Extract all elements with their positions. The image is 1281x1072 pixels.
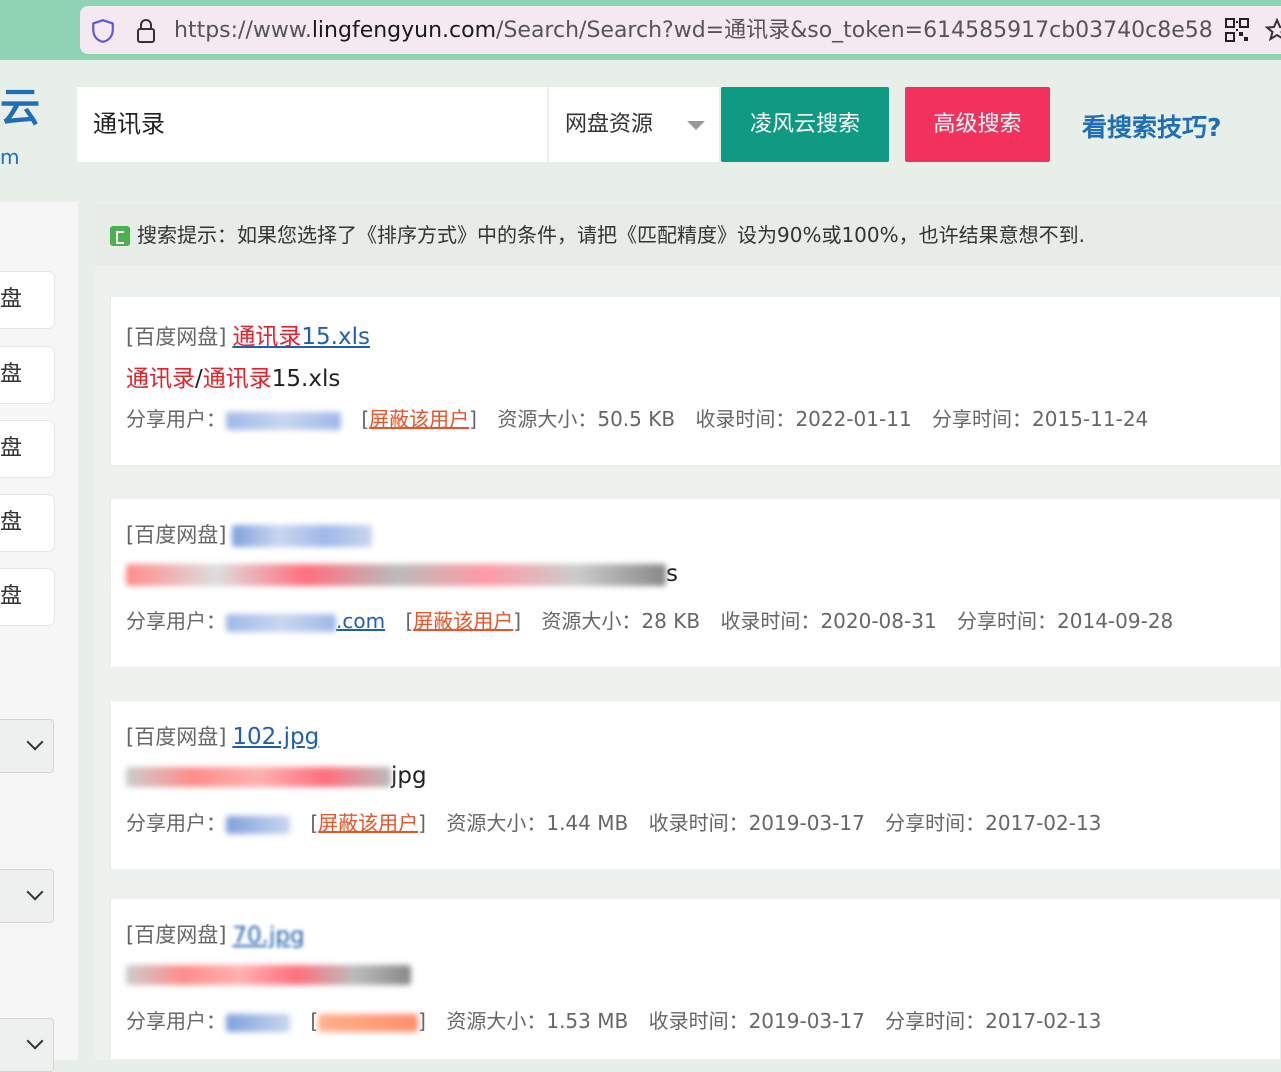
- search-button[interactable]: 凌风云搜索: [721, 87, 889, 162]
- result-title-link[interactable]: 70.jpg: [232, 923, 304, 949]
- result-title-line: [百度网盘]: [126, 519, 373, 549]
- result-shared-date: 2015-11-24: [1032, 407, 1149, 431]
- sidebar-item-pan-1[interactable]: 盘: [0, 272, 54, 328]
- block-user-link[interactable]: 屏蔽该用户: [318, 811, 418, 835]
- tip-icon: [110, 226, 130, 246]
- result-source: [百度网盘]: [126, 523, 227, 547]
- result-source: [百度网盘]: [126, 725, 227, 749]
- block-user-link[interactable]: 屏蔽该用户: [369, 407, 469, 431]
- share-user-link[interactable]: [226, 411, 341, 430]
- result-source: [百度网盘]: [126, 923, 227, 947]
- site-logo[interactable]: 云: [0, 88, 40, 138]
- result-title-link[interactable]: 102.jpg: [232, 724, 319, 750]
- result-title-link[interactable]: [232, 525, 373, 547]
- result-meta: 分享用户： [] 资源大小：1.53 MB 收录时间：2019-03-17 分享…: [126, 1009, 1102, 1033]
- result-card: [百度网盘] 70.jpg 分享用户： [] 资源大小：1.53 MB 收录时间：…: [110, 898, 1281, 1060]
- chevron-down-icon: [26, 1032, 44, 1050]
- result-path: jpg: [126, 763, 427, 789]
- result-path: 通讯录/通讯录15.xls: [126, 366, 341, 392]
- sidebar-filter-select-2[interactable]: [0, 869, 54, 923]
- result-shared-date: 2017-02-13: [985, 1009, 1102, 1033]
- search-type-select[interactable]: 网盘资源: [549, 87, 719, 162]
- result-title-line: [百度网盘] 通讯录15.xls: [126, 317, 370, 351]
- result-source: [百度网盘]: [126, 325, 227, 349]
- sidebar-item-pan-5[interactable]: 盘: [0, 569, 54, 625]
- result-title-link[interactable]: 通讯录15.xls: [232, 324, 370, 350]
- result-shared-date: 2017-02-13: [985, 811, 1102, 835]
- search-tip-bar: 搜索提示：如果您选择了《排序方式》中的条件，请把《匹配精度》设为90%或100%…: [95, 204, 1281, 266]
- search-tip-text: 搜索提示：如果您选择了《排序方式》中的条件，请把《匹配精度》设为90%或100%…: [137, 223, 1085, 247]
- result-indexed-date: 2019-03-17: [748, 811, 865, 835]
- share-user-domain[interactable]: .com: [336, 609, 385, 633]
- result-card: [百度网盘] 102.jpg jpg 分享用户： [屏蔽该用户] 资源大小：1.4…: [110, 700, 1281, 870]
- result-size: 1.44 MB: [546, 811, 629, 835]
- sidebar-item-pan-2[interactable]: 盘: [0, 347, 54, 403]
- shield-icon[interactable]: [90, 18, 116, 44]
- filter-sidebar: 盘 盘 盘 盘 盘: [0, 202, 78, 1072]
- result-indexed-date: 2020-08-31: [820, 609, 937, 633]
- result-meta: 分享用户： .com [屏蔽该用户] 资源大小：28 KB 收录时间：2020-0…: [126, 609, 1174, 633]
- block-user-link[interactable]: [318, 1013, 419, 1032]
- dropdown-caret-icon: [687, 121, 705, 130]
- result-title-line: [百度网盘] 70.jpg: [126, 919, 305, 949]
- result-path: [126, 961, 411, 987]
- result-card: [百度网盘] 通讯录15.xls 通讯录/通讯录15.xls 分享用户： [屏蔽该…: [110, 296, 1281, 466]
- sidebar-filter-select-1[interactable]: [0, 719, 54, 773]
- result-meta: 分享用户： [屏蔽该用户] 资源大小：1.44 MB 收录时间：2019-03-…: [126, 811, 1102, 835]
- advanced-search-button[interactable]: 高级搜索: [905, 87, 1050, 162]
- sidebar-item-pan-3[interactable]: 盘: [0, 421, 54, 477]
- block-user-link[interactable]: 屏蔽该用户: [413, 609, 513, 633]
- site-logo-domain: m: [0, 145, 20, 169]
- search-type-value: 网盘资源: [565, 112, 654, 137]
- result-meta: 分享用户： [屏蔽该用户] 资源大小：50.5 KB 收录时间：2022-01-…: [126, 407, 1149, 431]
- share-user-link[interactable]: [226, 1013, 290, 1032]
- result-indexed-date: 2022-01-11: [795, 407, 912, 431]
- chevron-down-icon: [26, 883, 44, 901]
- result-indexed-date: 2019-03-17: [748, 1009, 865, 1033]
- lock-icon[interactable]: [134, 17, 158, 45]
- search-tips-link[interactable]: 看搜索技巧?: [1082, 108, 1222, 144]
- result-shared-date: 2014-09-28: [1057, 609, 1174, 633]
- address-bar[interactable]: https://www.lingfengyun.com/Search/Searc…: [80, 6, 1281, 54]
- share-user-link[interactable]: [226, 815, 290, 834]
- search-input[interactable]: 通讯录: [77, 87, 547, 162]
- url-text[interactable]: https://www.lingfengyun.com/Search/Searc…: [174, 17, 1214, 45]
- result-size: 28 KB: [641, 609, 701, 633]
- result-title-line: [百度网盘] 102.jpg: [126, 721, 319, 751]
- sidebar-item-pan-4[interactable]: 盘: [0, 495, 54, 551]
- result-size: 50.5 KB: [597, 407, 676, 431]
- chevron-down-icon: [26, 733, 44, 751]
- result-path: s: [126, 561, 678, 587]
- share-user-link[interactable]: [226, 613, 336, 632]
- sidebar-filter-select-3[interactable]: [0, 1018, 54, 1072]
- browser-toolbar: https://www.lingfengyun.com/Search/Searc…: [0, 0, 1281, 60]
- bookmark-star-icon[interactable]: [1265, 18, 1281, 42]
- result-card: [百度网盘] s 分享用户： .com [屏蔽该用户] 资源大小：28 KB 收录…: [110, 498, 1281, 668]
- qr-code-icon[interactable]: [1225, 18, 1249, 42]
- result-size: 1.53 MB: [546, 1009, 629, 1033]
